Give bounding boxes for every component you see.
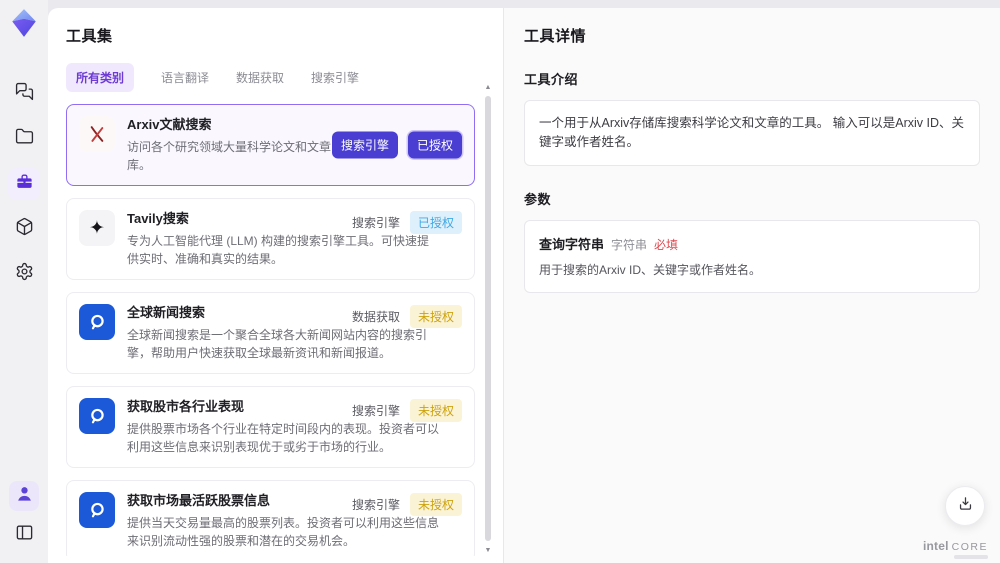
tool-auth-badge: 未授权 bbox=[409, 493, 462, 516]
sidebar-item-tools[interactable] bbox=[8, 168, 40, 200]
sidebar-item-settings[interactable] bbox=[8, 258, 40, 290]
rail-bottom bbox=[8, 481, 40, 551]
sidebar-item-panel-toggle[interactable] bbox=[8, 519, 40, 551]
param-item: 查询字符串 字符串 必填 用于搜索的Arxiv ID、关键字或作者姓名。 bbox=[539, 234, 965, 279]
tool-category-badge: 搜索引擎 bbox=[351, 216, 400, 230]
details-panel: 工具详情 工具介绍 一个用于从Arxiv存储库搜索科学论文和文章的工具。 输入可… bbox=[503, 8, 1000, 563]
tab-0[interactable]: 所有类别 bbox=[66, 63, 135, 92]
param-type: 字符串 bbox=[611, 238, 648, 252]
scroll-down-icon[interactable]: ▼ bbox=[483, 547, 493, 555]
package-icon bbox=[15, 217, 34, 241]
page-title: 工具集 bbox=[66, 28, 113, 45]
tool-auth-badge: 已授权 bbox=[407, 131, 462, 159]
user-icon bbox=[15, 484, 34, 508]
left-rail bbox=[0, 0, 48, 563]
brand-intel: intel bbox=[922, 539, 949, 553]
details-title: 工具详情 bbox=[524, 28, 587, 45]
tools-panel: 工具集 所有类别 语言翻译 数据获取 搜索引擎 Arxiv文献搜索 访问各个研究领域大… bbox=[48, 8, 503, 563]
tool-list-item[interactable]: 获取市场最活跃股票信息 提供当天交易量最高的股票列表。投资者可以利用这些信息来识… bbox=[66, 480, 475, 556]
list-scrollbar[interactable]: ▲ ▼ bbox=[483, 84, 493, 555]
gear-icon bbox=[15, 262, 34, 286]
sidebar-item-files[interactable] bbox=[8, 123, 40, 155]
chat-icon bbox=[15, 82, 34, 106]
param-description: 用于搜索的Arxiv ID、关键字或作者姓名。 bbox=[539, 263, 762, 277]
tool-auth-badge: 未授权 bbox=[409, 305, 462, 328]
tool-auth-badge: 未授权 bbox=[409, 399, 462, 422]
scroll-up-icon[interactable]: ▲ bbox=[483, 84, 493, 92]
tool-list: Arxiv文献搜索 访问各个研究领域大量科学论文和文章的存储库。 搜索引擎 已授… bbox=[66, 104, 503, 556]
main-surface: 工具集 所有类别 语言翻译 数据获取 搜索引擎 Arxiv文献搜索 访问各个研究领域大… bbox=[48, 8, 1000, 563]
params-card: 查询字符串 字符串 必填 用于搜索的Arxiv ID、关键字或作者姓名。 bbox=[524, 220, 980, 293]
intro-text: 一个用于从Arxiv存储库搜索科学论文和文章的工具。 输入可以是Arxiv ID… bbox=[539, 116, 965, 149]
tool-list-item[interactable]: 全球新闻搜索 全球新闻搜索是一个聚合全球各大新闻网站内容的搜索引擎，帮助用户快速… bbox=[66, 292, 475, 374]
tool-auth-badge: 已授权 bbox=[409, 211, 462, 234]
sidebar-item-packages[interactable] bbox=[8, 213, 40, 245]
param-name: 查询字符串 bbox=[539, 237, 605, 252]
tool-description: 专为人工智能代理 (LLM) 构建的搜索引擎工具。可快速提供实时、准确和真实的结… bbox=[127, 234, 430, 266]
tool-category-badge: 数据获取 bbox=[351, 310, 400, 324]
brand-underline bbox=[954, 555, 988, 559]
brand-core: CORE bbox=[951, 541, 988, 553]
tool-description: 提供当天交易量最高的股票列表。投资者可以利用这些信息来识别流动性强的股票和潜在的… bbox=[127, 516, 440, 548]
app-logo-icon[interactable] bbox=[9, 8, 39, 38]
param-required-badge: 必填 bbox=[654, 238, 679, 252]
tool-list-item[interactable]: 获取股市各行业表现 提供股票市场各个行业在特定时间段内的表现。投资者可以利用这些… bbox=[66, 386, 475, 468]
panel-toggle-icon bbox=[15, 523, 34, 547]
toolbox-icon bbox=[15, 172, 34, 196]
intro-card: 一个用于从Arxiv存储库搜索科学论文和文章的工具。 输入可以是Arxiv ID… bbox=[524, 100, 980, 166]
rail-nav bbox=[8, 78, 40, 290]
q-icon bbox=[79, 492, 115, 528]
params-heading: 参数 bbox=[524, 192, 552, 207]
sidebar-item-account[interactable] bbox=[9, 481, 39, 511]
tool-category-badge: 搜索引擎 bbox=[351, 498, 400, 512]
tool-description: 全球新闻搜索是一个聚合全球各大新闻网站内容的搜索引擎，帮助用户快速获取全球最新资… bbox=[127, 328, 428, 360]
arxiv-icon bbox=[79, 116, 115, 152]
folder-icon bbox=[15, 127, 34, 151]
category-tabs: 所有类别 语言翻译 数据获取 搜索引擎 bbox=[66, 63, 503, 92]
q-icon bbox=[79, 304, 115, 340]
tavily-star-icon: ✦ bbox=[89, 217, 105, 239]
tool-list-item[interactable]: ✦ Tavily搜索 专为人工智能代理 (LLM) 构建的搜索引擎工具。可快速提… bbox=[66, 198, 475, 280]
tab-3[interactable]: 搜索引擎 bbox=[311, 63, 359, 92]
tool-category-badge: 搜索引擎 bbox=[331, 131, 398, 159]
sidebar-item-chat[interactable] bbox=[8, 78, 40, 110]
scrollbar-thumb[interactable] bbox=[485, 96, 491, 541]
download-button[interactable] bbox=[945, 486, 985, 526]
tool-list-item[interactable]: Arxiv文献搜索 访问各个研究领域大量科学论文和文章的存储库。 搜索引擎 已授… bbox=[66, 104, 475, 186]
tab-1[interactable]: 语言翻译 bbox=[161, 63, 209, 92]
download-icon bbox=[957, 495, 974, 517]
tab-2[interactable]: 数据获取 bbox=[236, 63, 284, 92]
tavily-icon: ✦ bbox=[79, 210, 115, 246]
intel-core-logo: intel CORE bbox=[923, 539, 988, 553]
tool-description: 提供股票市场各个行业在特定时间段内的表现。投资者可以利用这些信息来识别表现优于或… bbox=[127, 422, 440, 454]
intro-heading: 工具介绍 bbox=[524, 72, 579, 87]
q-icon bbox=[79, 398, 115, 434]
tool-category-badge: 搜索引擎 bbox=[351, 404, 400, 418]
